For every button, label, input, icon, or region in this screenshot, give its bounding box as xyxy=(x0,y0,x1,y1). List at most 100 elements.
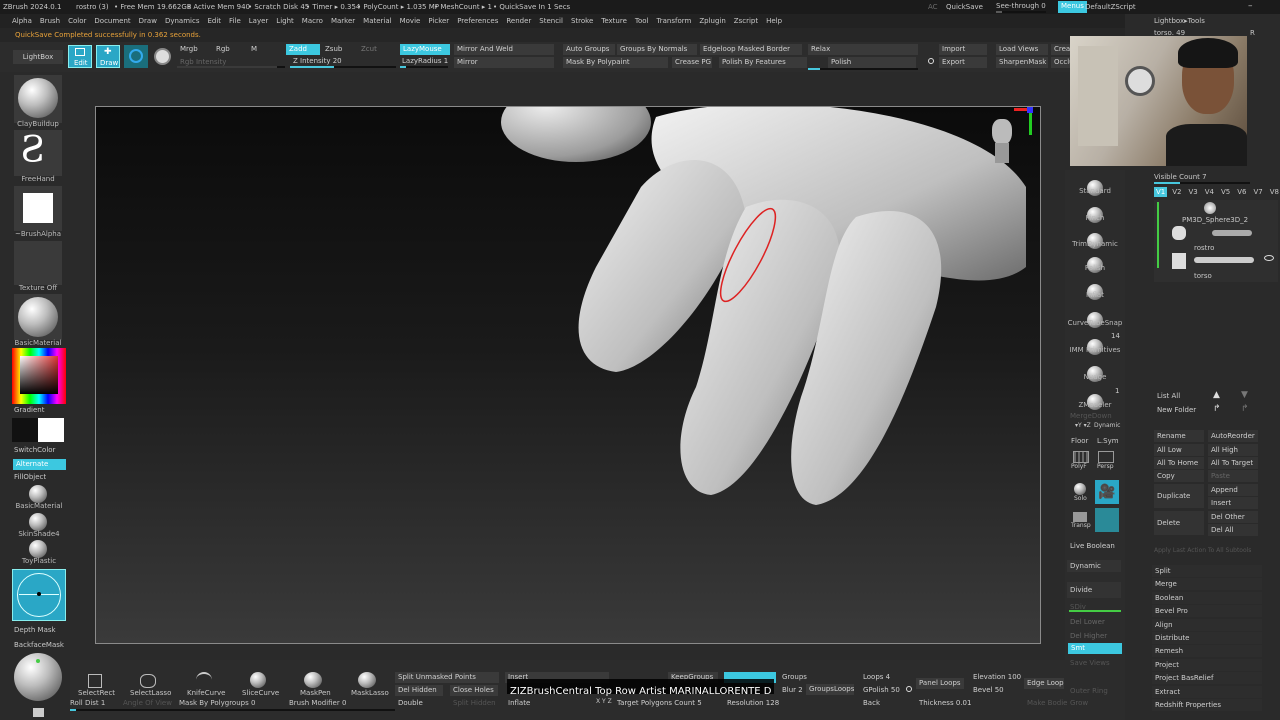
see-through-slider[interactable]: See-through 0 xyxy=(996,1,1046,11)
save-views-button[interactable]: Save Views xyxy=(1070,658,1110,668)
ghost-button[interactable] xyxy=(1095,508,1119,532)
menu-item[interactable]: Macro xyxy=(302,16,323,26)
toyplastic-sphere-icon[interactable] xyxy=(29,540,47,558)
sharpenmask-button[interactable]: SharpenMask xyxy=(996,57,1048,68)
new-folder-button[interactable]: New Folder xyxy=(1154,404,1204,416)
subtool-action-project[interactable]: Project xyxy=(1152,658,1262,671)
r-button[interactable]: R xyxy=(1250,28,1255,38)
depth-mask-dial[interactable] xyxy=(12,569,66,621)
lazyradius-track[interactable] xyxy=(400,66,448,68)
menu-item[interactable]: Help xyxy=(766,16,782,26)
xyz-toggle[interactable]: X Y Z xyxy=(596,697,612,707)
edgeloop-masked-border-button[interactable]: Edgeloop Masked Border xyxy=(700,44,802,55)
rgb-button[interactable]: Rgb xyxy=(213,44,233,55)
menu-item[interactable]: Alpha xyxy=(12,16,32,26)
roll-dist-slider[interactable]: Roll Dist 1 xyxy=(70,698,105,708)
menu-item[interactable]: Zscript xyxy=(734,16,758,26)
inflate-slider[interactable]: Inflate xyxy=(505,698,533,709)
slicecurve-button[interactable]: SliceCurve xyxy=(242,688,279,698)
subtool-action-merge[interactable]: Merge xyxy=(1152,578,1262,591)
menu-item[interactable]: Material xyxy=(363,16,391,26)
duplicate-button[interactable]: Duplicate xyxy=(1154,484,1204,508)
angle-of-view-slider[interactable]: Angle Of View xyxy=(123,698,172,708)
skinshade-sphere-icon[interactable] xyxy=(29,513,47,531)
subtool-action-boolean[interactable]: Boolean xyxy=(1152,591,1262,604)
camera-button[interactable]: 🎥 xyxy=(1095,480,1119,504)
knifecurve-button[interactable]: KnifeCurve xyxy=(187,688,225,698)
menu-item[interactable]: Edit xyxy=(207,16,221,26)
gpolish-slider[interactable]: GPolish 50 xyxy=(860,685,903,696)
copy-button[interactable]: Copy xyxy=(1154,470,1204,482)
version-tab[interactable]: V8 xyxy=(1268,187,1280,197)
menu-item[interactable]: Draw xyxy=(139,16,157,26)
close-holes-button[interactable]: Close Holes xyxy=(450,685,498,696)
relax-button[interactable]: Relax xyxy=(808,44,918,55)
edit-button[interactable]: Edit xyxy=(68,45,92,68)
see-through-track[interactable] xyxy=(996,11,1046,13)
menus-toggle[interactable]: Menus xyxy=(1058,1,1087,13)
append-button[interactable]: Append xyxy=(1208,484,1258,496)
loops-slider[interactable]: Loops 4 xyxy=(860,672,893,683)
gpolish-toggle[interactable] xyxy=(906,686,912,692)
version-tab[interactable]: V7 xyxy=(1252,187,1265,197)
subtool-action-distribute[interactable]: Distribute xyxy=(1152,632,1262,644)
transp-button[interactable]: Transp xyxy=(1071,521,1091,531)
rgb-intensity-track[interactable] xyxy=(177,66,285,68)
smt-button[interactable]: Smt xyxy=(1068,643,1122,654)
brush-modifier-slider[interactable]: Brush Modifier 0 xyxy=(289,698,346,708)
claybuildup-brush[interactable] xyxy=(14,75,62,123)
visible-count[interactable]: Visible Count 7 xyxy=(1154,172,1207,182)
split-hidden-button[interactable]: Split Hidden xyxy=(450,698,499,709)
persp-button[interactable]: Persp xyxy=(1097,462,1114,472)
brush-alpha[interactable] xyxy=(14,186,62,231)
texture-slot[interactable] xyxy=(14,241,62,285)
brush-0-label[interactable]: Standard xyxy=(1065,187,1125,195)
all-to-target-button[interactable]: All To Target xyxy=(1208,457,1258,469)
polish-slider[interactable]: Polish xyxy=(828,57,916,68)
default-zscript[interactable]: DefaultZScript xyxy=(1085,2,1136,12)
move-arrow-icon[interactable]: ↱ xyxy=(1213,404,1221,414)
selectrect-button[interactable]: SelectRect xyxy=(78,688,115,698)
z-intensity-track[interactable] xyxy=(290,66,396,68)
subtool-torso-toggles[interactable] xyxy=(1194,257,1254,263)
subtool-action-align[interactable]: Align xyxy=(1152,618,1262,631)
mask-by-polypaint-button[interactable]: Mask By Polypaint xyxy=(563,57,668,68)
load-views-button[interactable]: Load Views xyxy=(996,44,1048,55)
apply-last-action[interactable]: Apply Last Action To All Subtools xyxy=(1154,546,1251,556)
brush-5-label[interactable]: CurveTubeSnap xyxy=(1065,319,1125,327)
zsub-button[interactable]: Zsub xyxy=(322,44,345,55)
polish-radio[interactable] xyxy=(928,58,934,64)
zadd-button[interactable]: Zadd xyxy=(286,44,320,55)
menu-item[interactable]: Dynamics xyxy=(165,16,200,26)
menu-item[interactable]: Picker xyxy=(428,16,449,26)
subtool-item-rostro-thumb[interactable] xyxy=(1172,226,1186,240)
lightbox-button[interactable]: LightBox xyxy=(13,50,63,64)
slicecurve-icon[interactable] xyxy=(250,672,266,688)
brush-2-label[interactable]: TrimDynamic xyxy=(1065,240,1125,248)
grow-button[interactable]: Grow xyxy=(1070,698,1088,708)
secondary-color-swatch[interactable] xyxy=(38,418,64,442)
maskpen-icon[interactable] xyxy=(304,672,322,688)
delete-button[interactable]: Delete xyxy=(1154,511,1204,535)
mask-polygroups-slider[interactable]: Mask By Polygroups 0 xyxy=(179,698,255,708)
backface-mask-label[interactable]: BackfaceMask xyxy=(14,640,64,650)
menu-item[interactable]: Stencil xyxy=(539,16,563,26)
rename-button[interactable]: Rename xyxy=(1154,430,1204,442)
menu-item[interactable]: Layer xyxy=(249,16,269,26)
polish-by-features-button[interactable]: Polish By Features xyxy=(719,57,807,68)
selectlasso-icon[interactable] xyxy=(140,674,156,688)
mirror-button[interactable]: Mirror xyxy=(454,57,554,68)
subtool-item-torso-thumb[interactable] xyxy=(1172,253,1186,269)
subtool-scroll-track[interactable] xyxy=(1157,202,1159,268)
eye-icon[interactable] xyxy=(1264,255,1274,261)
selectrect-icon[interactable] xyxy=(88,674,102,688)
arrow-down-icon[interactable]: ▼ xyxy=(1241,390,1248,400)
del-lower-button[interactable]: Del Lower xyxy=(1070,617,1105,627)
menu-item[interactable]: Transform xyxy=(657,16,692,26)
all-to-home-button[interactable]: All To Home xyxy=(1154,457,1204,469)
brush-1-label[interactable]: Pinch xyxy=(1065,214,1125,222)
live-boolean-button[interactable]: Live Boolean xyxy=(1067,540,1121,552)
del-hidden-button[interactable]: Del Hidden xyxy=(395,685,443,696)
version-tab[interactable]: V4 xyxy=(1203,187,1216,197)
quicksave-button[interactable]: QuickSave xyxy=(946,2,983,12)
